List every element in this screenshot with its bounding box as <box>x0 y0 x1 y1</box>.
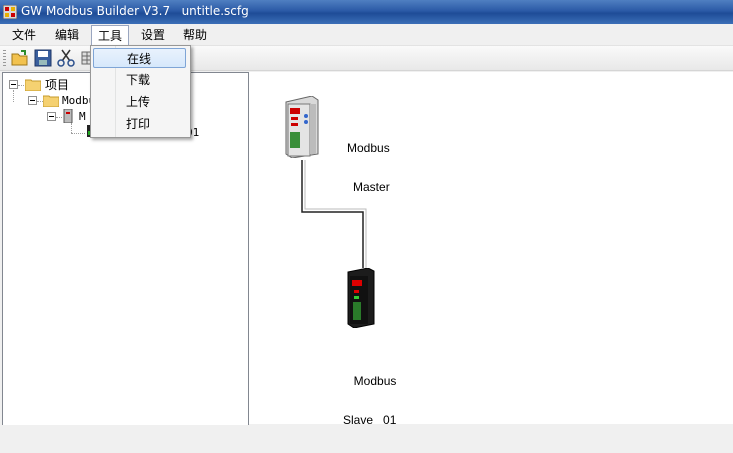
menu-item-download-label: 下载 <box>126 73 151 87</box>
master-label: Modbus Master <box>347 116 390 220</box>
tree-node-master-label: M <box>79 110 86 123</box>
menu-item-online-label: 在线 <box>127 52 152 66</box>
menu-settings[interactable]: 设置 <box>135 26 171 44</box>
master-label-line2: Master <box>353 180 390 194</box>
folder-icon <box>43 95 59 107</box>
modbus-slave-device[interactable] <box>346 268 376 328</box>
menu-item-upload-label: 上传 <box>126 95 151 109</box>
menu-edit[interactable]: 编辑 <box>49 26 85 44</box>
folder-icon <box>25 79 41 91</box>
modbus-master-device[interactable] <box>282 96 320 158</box>
tree-node-project-label: 项目 <box>45 78 70 92</box>
slave-label: Modbus Slave 01 <box>343 349 396 453</box>
connection-diagram <box>301 160 367 268</box>
slave-label-line2: Slave 01 <box>343 413 397 427</box>
master-label-line1: Modbus <box>347 141 390 155</box>
cut-icon[interactable] <box>56 48 76 68</box>
menu-item-online[interactable]: 在线 <box>93 48 186 68</box>
expander-modbus[interactable] <box>28 96 37 105</box>
slave-label-line1: Modbus <box>353 374 397 388</box>
menu-item-print[interactable]: 打印 <box>93 114 186 134</box>
window-title: GW Modbus Builder V3.7 untitle.scfg <box>21 4 249 18</box>
title-bar: GW Modbus Builder V3.7 untitle.scfg <box>0 0 733 24</box>
menu-tools[interactable]: 工具 <box>91 25 130 46</box>
save-icon[interactable] <box>33 48 53 68</box>
menu-file[interactable]: 文件 <box>6 26 42 44</box>
device-icon <box>63 109 73 123</box>
tools-dropdown-menu: 在线 下载 上传 打印 <box>90 45 191 138</box>
menu-item-print-label: 打印 <box>126 117 151 131</box>
menu-item-upload[interactable]: 上传 <box>93 92 186 112</box>
tree-node-project[interactable]: 项目 <box>45 77 69 93</box>
toolbar-grip[interactable] <box>3 50 6 66</box>
expander-master[interactable] <box>47 112 56 121</box>
open-folder-icon[interactable] <box>10 48 30 68</box>
menu-help[interactable]: 帮助 <box>177 26 213 44</box>
expander-root[interactable] <box>9 80 18 89</box>
app-icon <box>3 5 17 19</box>
topology-canvas[interactable]: Modbus Master Modbus Slave 01 <box>249 72 733 427</box>
menu-bar: 文件 编辑 工具 设置 帮助 <box>0 24 733 46</box>
menu-item-download[interactable]: 下载 <box>93 70 186 90</box>
